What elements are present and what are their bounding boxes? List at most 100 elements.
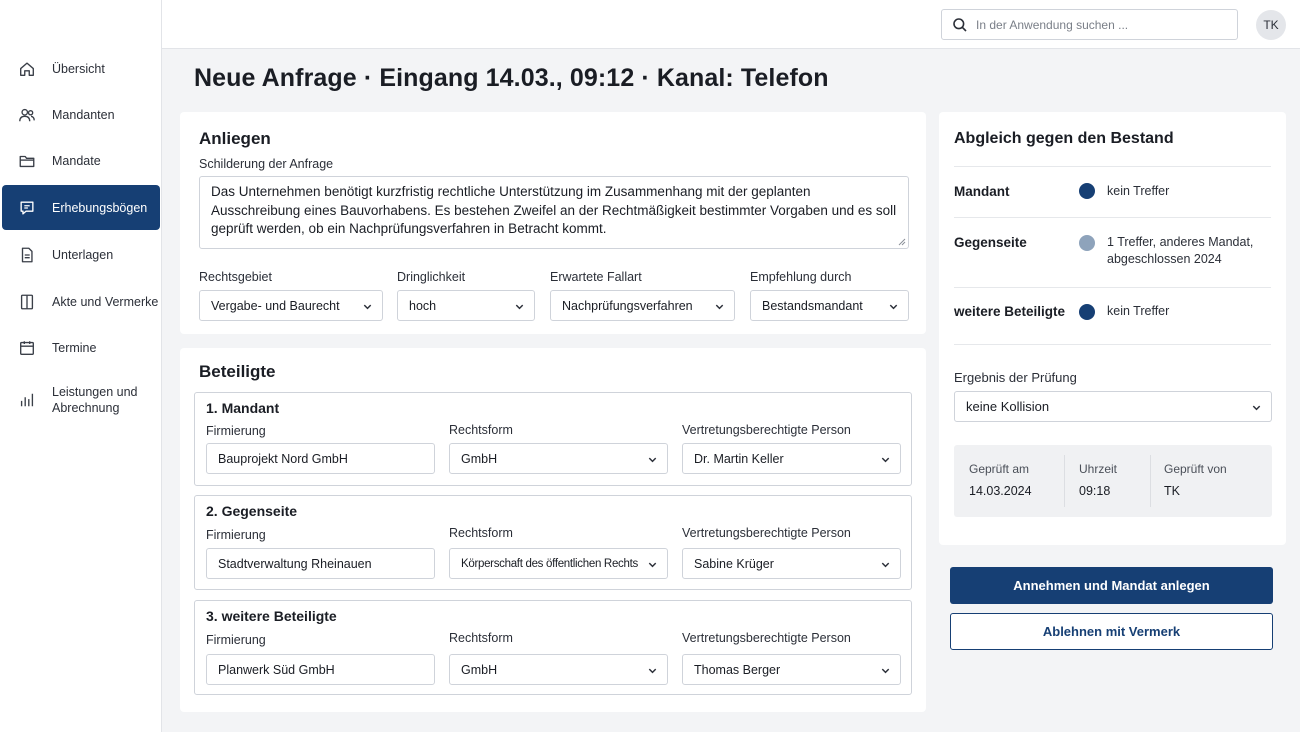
chevron-down-icon: [881, 668, 890, 674]
description-textarea[interactable]: Das Unternehmen benötigt kurzfristig rec…: [199, 176, 909, 249]
checked-time-label: Uhrzeit: [1079, 462, 1118, 476]
divider: [954, 287, 1271, 288]
notebook-icon: [17, 292, 37, 312]
person-label: Vertretungsberechtigte Person: [682, 526, 851, 540]
party-title: 1. Mandant: [206, 400, 280, 416]
status-dot: [1079, 183, 1095, 199]
empfehlung-select[interactable]: Bestandsmandant: [750, 290, 909, 321]
sidebar-item-erhebungsboegen[interactable]: Erhebungsbögen: [2, 185, 160, 230]
sidebar-item-label: Erhebungsbögen: [52, 200, 148, 215]
sidebar-item-label: Termine: [52, 340, 97, 355]
beteiligte-title: Beteiligte: [199, 362, 276, 381]
result-label: Ergebnis der Prüfung: [954, 370, 1077, 385]
checked-date-label: Geprüft am: [969, 462, 1030, 476]
chevron-down-icon: [515, 304, 524, 310]
status-dot: [1079, 235, 1095, 251]
divider: [1150, 455, 1151, 507]
chevron-down-icon: [363, 304, 372, 310]
resize-handle-icon[interactable]: [898, 238, 906, 246]
select-value: Bestandsmandant: [762, 298, 863, 313]
select-value: Nachprüfungsverfahren: [562, 298, 693, 313]
anliegen-title: Anliegen: [199, 129, 271, 148]
description-text: Das Unternehmen benötigt kurzfristig rec…: [211, 184, 897, 236]
divider: [1064, 455, 1065, 507]
select-value: Vergabe- und Baurecht: [211, 298, 340, 313]
fallart-label: Erwartete Fallart: [550, 270, 642, 284]
sidebar-item-uebersicht[interactable]: Übersicht: [2, 46, 160, 91]
chevron-down-icon: [881, 562, 890, 568]
select-value: keine Kollision: [966, 399, 1050, 414]
sidebar: Übersicht Mandanten Mandate Erhebungsbög…: [0, 0, 162, 732]
party-gegenseite: 2. Gegenseite Firmierung Rechtsform Vert…: [194, 495, 912, 590]
sidebar-item-label: Übersicht: [52, 61, 105, 76]
sidebar-item-mandate[interactable]: Mandate: [2, 138, 160, 183]
topbar: TK: [162, 0, 1300, 49]
select-value: Sabine Krüger: [694, 556, 774, 571]
checked-date-value: 14.03.2024: [969, 484, 1032, 498]
chevron-down-icon: [648, 562, 657, 568]
dringlichkeit-label: Dringlichkeit: [397, 270, 466, 284]
rechtsform-label: Rechtsform: [449, 631, 513, 645]
rechtsform-select[interactable]: GmbH: [449, 654, 668, 685]
chevron-down-icon: [648, 668, 657, 674]
calendar-icon: [17, 338, 37, 358]
sidebar-item-label: Mandanten: [52, 107, 115, 122]
result-select[interactable]: keine Kollision: [954, 391, 1272, 422]
firmierung-input[interactable]: Stadtverwaltung Rheinauen: [206, 548, 435, 579]
firmierung-input[interactable]: Planwerk Süd GmbH: [206, 654, 435, 685]
chevron-down-icon: [1252, 405, 1261, 411]
rechtsform-label: Rechtsform: [449, 526, 513, 540]
select-value: Thomas Berger: [694, 662, 781, 677]
match-status: 1 Treffer, anderes Mandat, abgeschlossen…: [1107, 235, 1254, 266]
sidebar-item-leistungen[interactable]: Leistungen und Abrechnung: [2, 376, 160, 424]
rechtsgebiet-select[interactable]: Vergabe- und Baurecht: [199, 290, 383, 321]
sidebar-item-label: Unterlagen: [52, 247, 114, 262]
checked-by-label: Geprüft von: [1164, 462, 1227, 476]
person-label: Vertretungsberechtigte Person: [682, 631, 851, 645]
reject-button[interactable]: Ablehnen mit Vermerk: [950, 613, 1273, 650]
match-status: kein Treffer: [1107, 304, 1170, 318]
person-select[interactable]: Dr. Martin Keller: [682, 443, 901, 474]
description-label: Schilderung der Anfrage: [199, 157, 334, 171]
chevron-down-icon: [889, 304, 898, 310]
check-info-box: Geprüft am 14.03.2024 Uhrzeit 09:18 Gepr…: [954, 445, 1272, 517]
person-select[interactable]: Thomas Berger: [682, 654, 901, 685]
search-input[interactable]: [976, 17, 1216, 32]
folder-icon: [17, 151, 37, 171]
search-icon: [952, 17, 968, 33]
divider: [954, 217, 1271, 218]
party-title: 2. Gegenseite: [206, 503, 298, 519]
rechtsform-label: Rechtsform: [449, 423, 513, 437]
sidebar-item-mandanten[interactable]: Mandanten: [2, 92, 160, 137]
rechtsform-select[interactable]: GmbH: [449, 443, 668, 474]
chevron-down-icon: [881, 457, 890, 463]
anliegen-card: Anliegen Schilderung der Anfrage Das Unt…: [180, 112, 926, 334]
party-weitere-beteiligte: 3. weitere Beteiligte Firmierung Rechtsf…: [194, 600, 912, 695]
firmierung-input[interactable]: Bauprojekt Nord GmbH: [206, 443, 435, 474]
sidebar-item-termine[interactable]: Termine: [2, 325, 160, 370]
accept-button[interactable]: Annehmen und Mandat anlegen: [950, 567, 1273, 604]
avatar[interactable]: TK: [1256, 10, 1286, 40]
abgleich-title: Abgleich gegen den Bestand: [954, 130, 1174, 147]
firmierung-label: Firmierung: [206, 528, 266, 542]
fallart-select[interactable]: Nachprüfungsverfahren: [550, 290, 735, 321]
empfehlung-label: Empfehlung durch: [750, 270, 852, 284]
dringlichkeit-select[interactable]: hoch: [397, 290, 535, 321]
rechtsgebiet-label: Rechtsgebiet: [199, 270, 272, 284]
match-key-mandant: Mandant: [954, 184, 1010, 199]
party-mandant: 1. Mandant Firmierung Rechtsform Vertret…: [194, 392, 912, 486]
select-value: GmbH: [461, 662, 498, 677]
rechtsform-select[interactable]: Körperschaft des öffentlichen Rechts: [449, 548, 668, 579]
match-key-weitere-beteiligte: weitere Beteiligte: [954, 304, 1066, 319]
match-key-gegenseite: Gegenseite: [954, 235, 1027, 250]
sidebar-item-label: Leistungen und Abrechnung: [52, 385, 138, 415]
search-box[interactable]: [941, 9, 1238, 40]
sidebar-item-akte-und-vermerke[interactable]: Akte und Vermerke: [2, 279, 160, 324]
users-icon: [17, 105, 37, 125]
party-title: 3. weitere Beteiligte: [206, 608, 337, 624]
checked-time-value: 09:18: [1079, 484, 1111, 498]
chevron-down-icon: [715, 304, 724, 310]
home-icon: [17, 59, 37, 79]
sidebar-item-unterlagen[interactable]: Unterlagen: [2, 232, 160, 277]
person-select[interactable]: Sabine Krüger: [682, 548, 901, 579]
